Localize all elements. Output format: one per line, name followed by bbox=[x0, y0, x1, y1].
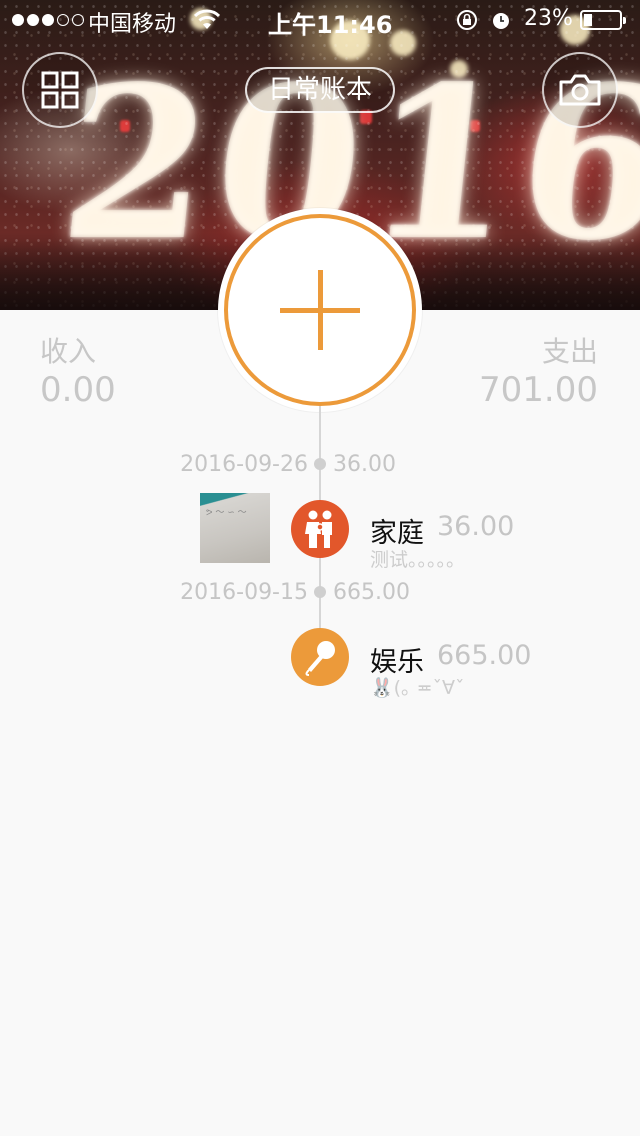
entry-note: 🐰(｡ ≖ˇ∀ˇ bbox=[370, 677, 465, 699]
camera-button[interactable] bbox=[542, 52, 618, 128]
alarm-clock-icon bbox=[493, 13, 509, 29]
microphone-icon[interactable] bbox=[291, 628, 349, 686]
menu-grid-button[interactable] bbox=[22, 52, 98, 128]
timeline-dot bbox=[314, 586, 326, 598]
entry-amount: 665.00 bbox=[437, 640, 532, 671]
clock-time: 上午11:46 bbox=[268, 11, 393, 39]
timeline-dot bbox=[314, 458, 326, 470]
wifi-icon bbox=[194, 9, 220, 29]
expense-value: 701.00 bbox=[479, 370, 598, 410]
grid-icon bbox=[41, 71, 79, 109]
day-total: 36.00 bbox=[333, 452, 396, 477]
battery-icon bbox=[580, 10, 626, 30]
signal-strength-icon bbox=[12, 14, 84, 26]
day-total: 665.00 bbox=[333, 580, 410, 605]
rotation-lock-icon bbox=[457, 10, 477, 30]
plus-icon bbox=[280, 270, 360, 350]
carrier-name: 中国移动 bbox=[88, 12, 177, 37]
entry-photo-thumbnail[interactable]: ᕗ ～ ∽ ～ bbox=[200, 493, 270, 563]
battery-percent: 23% bbox=[524, 6, 573, 31]
camera-icon bbox=[559, 74, 601, 106]
entry-amount: 36.00 bbox=[437, 511, 515, 542]
entry-note: 测试。。。。。 bbox=[370, 549, 466, 571]
expense-label: 支出 bbox=[541, 335, 598, 368]
income-label: 收入 bbox=[40, 335, 97, 368]
add-record-button[interactable] bbox=[224, 214, 416, 406]
income-value: 0.00 bbox=[40, 370, 116, 410]
status-bar: 中国移动 上午11:46 23% bbox=[0, 0, 640, 40]
account-book-selector[interactable]: 日常账本 bbox=[245, 67, 395, 113]
day-date: 2016-09-15 bbox=[180, 580, 308, 605]
family-icon[interactable] bbox=[291, 500, 349, 558]
day-date: 2016-09-26 bbox=[180, 452, 308, 477]
